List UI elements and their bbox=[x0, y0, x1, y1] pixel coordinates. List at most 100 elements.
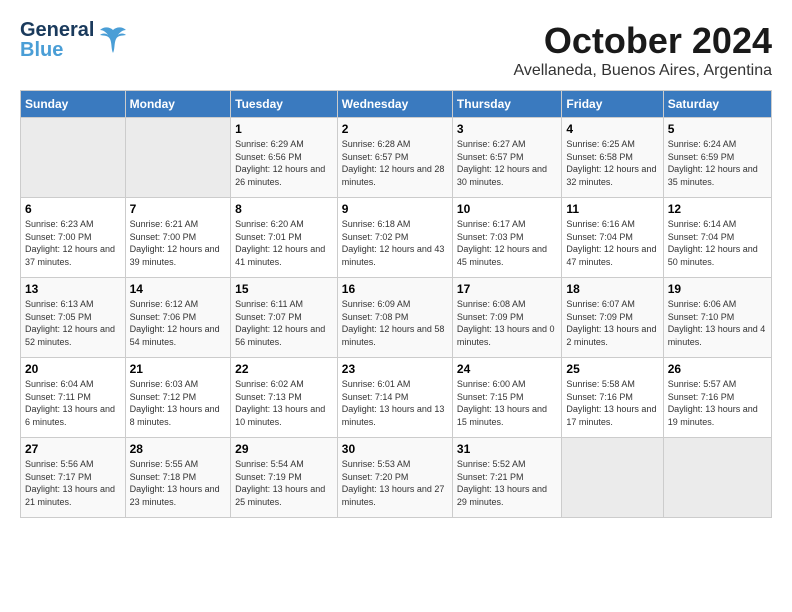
calendar-cell: 12 Sunrise: 6:14 AMSunset: 7:04 PMDaylig… bbox=[663, 198, 771, 278]
day-detail: Sunrise: 6:08 AMSunset: 7:09 PMDaylight:… bbox=[457, 298, 557, 348]
month-year-title: October 2024 bbox=[513, 20, 772, 62]
day-number: 5 bbox=[668, 122, 767, 136]
day-detail: Sunrise: 5:57 AMSunset: 7:16 PMDaylight:… bbox=[668, 378, 767, 428]
day-detail: Sunrise: 6:25 AMSunset: 6:58 PMDaylight:… bbox=[566, 138, 658, 188]
day-number: 16 bbox=[342, 282, 448, 296]
week-row-3: 13 Sunrise: 6:13 AMSunset: 7:05 PMDaylig… bbox=[21, 278, 772, 358]
logo-blue: Blue bbox=[20, 40, 94, 60]
day-number: 15 bbox=[235, 282, 333, 296]
day-detail: Sunrise: 5:55 AMSunset: 7:18 PMDaylight:… bbox=[130, 458, 227, 508]
calendar-cell: 25 Sunrise: 5:58 AMSunset: 7:16 PMDaylig… bbox=[562, 358, 663, 438]
day-number: 6 bbox=[25, 202, 121, 216]
week-row-2: 6 Sunrise: 6:23 AMSunset: 7:00 PMDayligh… bbox=[21, 198, 772, 278]
day-detail: Sunrise: 6:18 AMSunset: 7:02 PMDaylight:… bbox=[342, 218, 448, 268]
day-detail: Sunrise: 6:01 AMSunset: 7:14 PMDaylight:… bbox=[342, 378, 448, 428]
day-number: 13 bbox=[25, 282, 121, 296]
calendar-cell: 30 Sunrise: 5:53 AMSunset: 7:20 PMDaylig… bbox=[337, 438, 452, 518]
calendar-cell: 8 Sunrise: 6:20 AMSunset: 7:01 PMDayligh… bbox=[231, 198, 338, 278]
day-detail: Sunrise: 6:17 AMSunset: 7:03 PMDaylight:… bbox=[457, 218, 557, 268]
calendar-cell: 5 Sunrise: 6:24 AMSunset: 6:59 PMDayligh… bbox=[663, 118, 771, 198]
calendar-cell: 11 Sunrise: 6:16 AMSunset: 7:04 PMDaylig… bbox=[562, 198, 663, 278]
day-detail: Sunrise: 6:11 AMSunset: 7:07 PMDaylight:… bbox=[235, 298, 333, 348]
day-detail: Sunrise: 5:54 AMSunset: 7:19 PMDaylight:… bbox=[235, 458, 333, 508]
calendar-cell: 10 Sunrise: 6:17 AMSunset: 7:03 PMDaylig… bbox=[452, 198, 561, 278]
day-number: 29 bbox=[235, 442, 333, 456]
day-detail: Sunrise: 6:12 AMSunset: 7:06 PMDaylight:… bbox=[130, 298, 227, 348]
header-sunday: Sunday bbox=[21, 91, 126, 118]
day-detail: Sunrise: 5:58 AMSunset: 7:16 PMDaylight:… bbox=[566, 378, 658, 428]
day-detail: Sunrise: 6:13 AMSunset: 7:05 PMDaylight:… bbox=[25, 298, 121, 348]
header-monday: Monday bbox=[125, 91, 231, 118]
day-detail: Sunrise: 6:07 AMSunset: 7:09 PMDaylight:… bbox=[566, 298, 658, 348]
day-detail: Sunrise: 6:03 AMSunset: 7:12 PMDaylight:… bbox=[130, 378, 227, 428]
week-row-4: 20 Sunrise: 6:04 AMSunset: 7:11 PMDaylig… bbox=[21, 358, 772, 438]
calendar-cell: 7 Sunrise: 6:21 AMSunset: 7:00 PMDayligh… bbox=[125, 198, 231, 278]
header-friday: Friday bbox=[562, 91, 663, 118]
calendar-cell: 3 Sunrise: 6:27 AMSunset: 6:57 PMDayligh… bbox=[452, 118, 561, 198]
day-number: 8 bbox=[235, 202, 333, 216]
calendar-cell: 14 Sunrise: 6:12 AMSunset: 7:06 PMDaylig… bbox=[125, 278, 231, 358]
calendar-cell: 22 Sunrise: 6:02 AMSunset: 7:13 PMDaylig… bbox=[231, 358, 338, 438]
day-number: 12 bbox=[668, 202, 767, 216]
calendar-cell: 26 Sunrise: 5:57 AMSunset: 7:16 PMDaylig… bbox=[663, 358, 771, 438]
day-number: 1 bbox=[235, 122, 333, 136]
calendar-cell: 17 Sunrise: 6:08 AMSunset: 7:09 PMDaylig… bbox=[452, 278, 561, 358]
day-detail: Sunrise: 6:14 AMSunset: 7:04 PMDaylight:… bbox=[668, 218, 767, 268]
calendar-cell bbox=[125, 118, 231, 198]
logo-general: General bbox=[20, 20, 94, 40]
day-number: 7 bbox=[130, 202, 227, 216]
day-number: 22 bbox=[235, 362, 333, 376]
calendar-cell: 9 Sunrise: 6:18 AMSunset: 7:02 PMDayligh… bbox=[337, 198, 452, 278]
day-detail: Sunrise: 6:23 AMSunset: 7:00 PMDaylight:… bbox=[25, 218, 121, 268]
header-tuesday: Tuesday bbox=[231, 91, 338, 118]
calendar-cell: 4 Sunrise: 6:25 AMSunset: 6:58 PMDayligh… bbox=[562, 118, 663, 198]
day-detail: Sunrise: 6:02 AMSunset: 7:13 PMDaylight:… bbox=[235, 378, 333, 428]
calendar-cell: 2 Sunrise: 6:28 AMSunset: 6:57 PMDayligh… bbox=[337, 118, 452, 198]
day-number: 27 bbox=[25, 442, 121, 456]
calendar-cell bbox=[21, 118, 126, 198]
header: General Blue October 2024 Avellaneda, Bu… bbox=[20, 20, 772, 80]
calendar-cell: 19 Sunrise: 6:06 AMSunset: 7:10 PMDaylig… bbox=[663, 278, 771, 358]
week-row-5: 27 Sunrise: 5:56 AMSunset: 7:17 PMDaylig… bbox=[21, 438, 772, 518]
calendar-cell: 24 Sunrise: 6:00 AMSunset: 7:15 PMDaylig… bbox=[452, 358, 561, 438]
day-detail: Sunrise: 6:28 AMSunset: 6:57 PMDaylight:… bbox=[342, 138, 448, 188]
calendar-cell: 15 Sunrise: 6:11 AMSunset: 7:07 PMDaylig… bbox=[231, 278, 338, 358]
day-number: 25 bbox=[566, 362, 658, 376]
day-detail: Sunrise: 6:16 AMSunset: 7:04 PMDaylight:… bbox=[566, 218, 658, 268]
day-number: 3 bbox=[457, 122, 557, 136]
calendar-cell: 29 Sunrise: 5:54 AMSunset: 7:19 PMDaylig… bbox=[231, 438, 338, 518]
calendar-cell: 13 Sunrise: 6:13 AMSunset: 7:05 PMDaylig… bbox=[21, 278, 126, 358]
calendar-cell: 28 Sunrise: 5:55 AMSunset: 7:18 PMDaylig… bbox=[125, 438, 231, 518]
day-detail: Sunrise: 6:06 AMSunset: 7:10 PMDaylight:… bbox=[668, 298, 767, 348]
day-detail: Sunrise: 6:27 AMSunset: 6:57 PMDaylight:… bbox=[457, 138, 557, 188]
day-number: 17 bbox=[457, 282, 557, 296]
calendar-cell bbox=[562, 438, 663, 518]
day-number: 23 bbox=[342, 362, 448, 376]
calendar-cell: 20 Sunrise: 6:04 AMSunset: 7:11 PMDaylig… bbox=[21, 358, 126, 438]
calendar-cell: 16 Sunrise: 6:09 AMSunset: 7:08 PMDaylig… bbox=[337, 278, 452, 358]
calendar-cell: 18 Sunrise: 6:07 AMSunset: 7:09 PMDaylig… bbox=[562, 278, 663, 358]
header-thursday: Thursday bbox=[452, 91, 561, 118]
calendar-cell: 23 Sunrise: 6:01 AMSunset: 7:14 PMDaylig… bbox=[337, 358, 452, 438]
day-number: 18 bbox=[566, 282, 658, 296]
calendar-cell: 31 Sunrise: 5:52 AMSunset: 7:21 PMDaylig… bbox=[452, 438, 561, 518]
page-container: General Blue October 2024 Avellaneda, Bu… bbox=[20, 20, 772, 518]
day-number: 14 bbox=[130, 282, 227, 296]
day-detail: Sunrise: 5:53 AMSunset: 7:20 PMDaylight:… bbox=[342, 458, 448, 508]
day-number: 4 bbox=[566, 122, 658, 136]
calendar-table: Sunday Monday Tuesday Wednesday Thursday… bbox=[20, 90, 772, 518]
location-subtitle: Avellaneda, Buenos Aires, Argentina bbox=[513, 62, 772, 80]
day-number: 10 bbox=[457, 202, 557, 216]
day-number: 11 bbox=[566, 202, 658, 216]
day-detail: Sunrise: 6:29 AMSunset: 6:56 PMDaylight:… bbox=[235, 138, 333, 188]
day-detail: Sunrise: 5:52 AMSunset: 7:21 PMDaylight:… bbox=[457, 458, 557, 508]
day-number: 9 bbox=[342, 202, 448, 216]
logo-bird-icon bbox=[98, 25, 128, 55]
day-detail: Sunrise: 6:20 AMSunset: 7:01 PMDaylight:… bbox=[235, 218, 333, 268]
day-number: 24 bbox=[457, 362, 557, 376]
week-row-1: 1 Sunrise: 6:29 AMSunset: 6:56 PMDayligh… bbox=[21, 118, 772, 198]
day-number: 19 bbox=[668, 282, 767, 296]
day-number: 26 bbox=[668, 362, 767, 376]
calendar-cell: 21 Sunrise: 6:03 AMSunset: 7:12 PMDaylig… bbox=[125, 358, 231, 438]
calendar-cell: 6 Sunrise: 6:23 AMSunset: 7:00 PMDayligh… bbox=[21, 198, 126, 278]
